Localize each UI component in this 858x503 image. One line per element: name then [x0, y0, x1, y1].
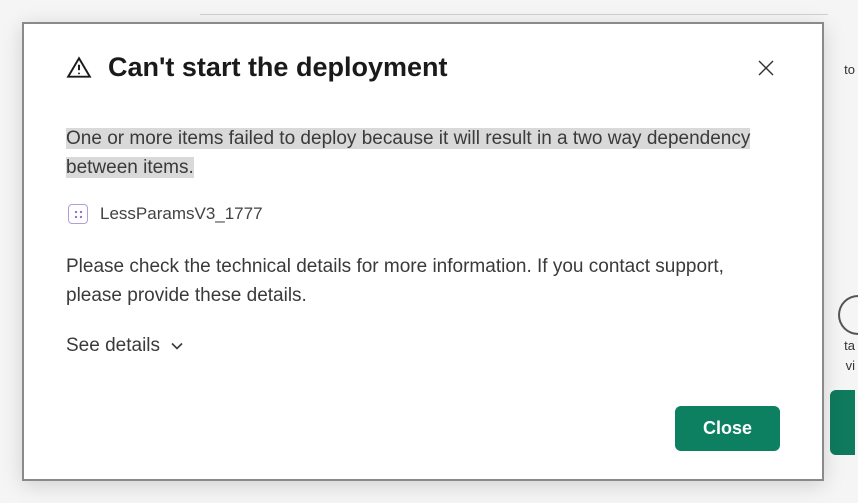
dialog-title-group: Can't start the deployment [66, 52, 447, 83]
chevron-down-icon [170, 339, 184, 353]
obscured-text: to [844, 62, 855, 77]
obscured-text: vi [846, 358, 855, 373]
error-message: One or more items failed to deploy becau… [66, 125, 780, 182]
failed-item-name: LessParamsV3_1777 [100, 204, 263, 224]
warning-icon [66, 55, 92, 81]
dialog-title: Can't start the deployment [108, 52, 447, 83]
support-instructions: Please check the technical details for m… [66, 252, 780, 311]
see-details-toggle[interactable]: See details [66, 335, 780, 357]
error-dialog: Can't start the deployment One or more i… [22, 22, 824, 481]
background-divider-line [200, 14, 828, 15]
close-icon[interactable] [752, 54, 780, 82]
see-details-label: See details [66, 335, 160, 357]
dialog-footer: Close [66, 406, 780, 451]
failed-item-row: LessParamsV3_1777 [66, 204, 780, 224]
dataset-icon [68, 204, 88, 224]
close-button[interactable]: Close [675, 406, 780, 451]
obscured-text: ta [844, 338, 855, 353]
obscured-button-fragment [830, 390, 855, 455]
obscured-shape [838, 295, 858, 335]
dialog-header: Can't start the deployment [66, 52, 780, 83]
error-message-text: One or more items failed to deploy becau… [66, 128, 750, 178]
